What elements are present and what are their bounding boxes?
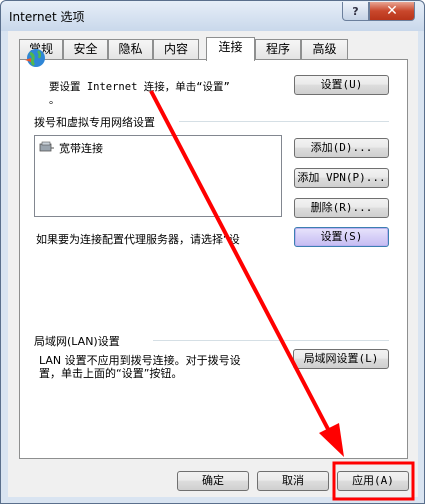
tab-content[interactable]: 内容 — [153, 39, 199, 59]
remove-button[interactable]: 删除(R)... — [294, 198, 389, 218]
lan-settings-button[interactable]: 局域网设置(L) — [293, 349, 389, 369]
broadband-connection-icon — [39, 141, 54, 152]
help-icon: ? — [352, 4, 359, 18]
lan-description-cont: 置，单击上面的“设置”按钮。 — [39, 367, 183, 380]
lan-group-divider — [153, 340, 389, 341]
cancel-button[interactable]: 取消 — [257, 471, 329, 491]
internet-options-window: Internet 选项 ? ✕ 常规 安全 隐私 内容 连接 程序 高级 要设置… — [0, 0, 425, 504]
dialup-group-divider — [179, 121, 389, 122]
tab-privacy[interactable]: 隐私 — [108, 39, 153, 59]
setup-instruction: 要设置 Internet 连接，单击“设置” — [49, 81, 230, 93]
tab-connections[interactable]: 连接 — [206, 37, 255, 61]
close-icon: ✕ — [386, 3, 398, 19]
dialog-client-area: 常规 安全 隐私 内容 连接 程序 高级 — [8, 31, 418, 497]
window-title: Internet 选项 — [9, 10, 85, 24]
connections-listbox[interactable]: 宽带连接 — [34, 135, 282, 217]
tab-security[interactable]: 安全 — [63, 39, 108, 59]
add-vpn-button[interactable]: 添加 VPN(P)... — [294, 168, 389, 188]
title-bar[interactable]: Internet 选项 ? ✕ — [1, 1, 424, 31]
tab-programs[interactable]: 程序 — [255, 39, 301, 59]
setup-button[interactable]: 设置(U) — [294, 75, 389, 95]
close-button[interactable]: ✕ — [369, 2, 415, 21]
proxy-settings-button[interactable]: 设置(S) — [294, 227, 389, 247]
setup-instruction-cont: 。 — [49, 94, 60, 106]
tab-advanced[interactable]: 高级 — [301, 39, 348, 59]
lan-group-label: 局域网(LAN)设置 — [34, 335, 120, 348]
globe-icon — [25, 49, 45, 67]
dialup-group-label: 拨号和虚拟专用网络设置 — [34, 116, 155, 129]
apply-button[interactable]: 应用(A) — [337, 471, 409, 491]
help-button[interactable]: ? — [342, 2, 369, 21]
connection-name: 宽带连接 — [59, 142, 103, 155]
add-button[interactable]: 添加(D)... — [294, 138, 389, 158]
proxy-instruction: 如果要为连接配置代理服务器，请选择“设 — [36, 233, 240, 246]
ok-button[interactable]: 确定 — [177, 471, 249, 491]
